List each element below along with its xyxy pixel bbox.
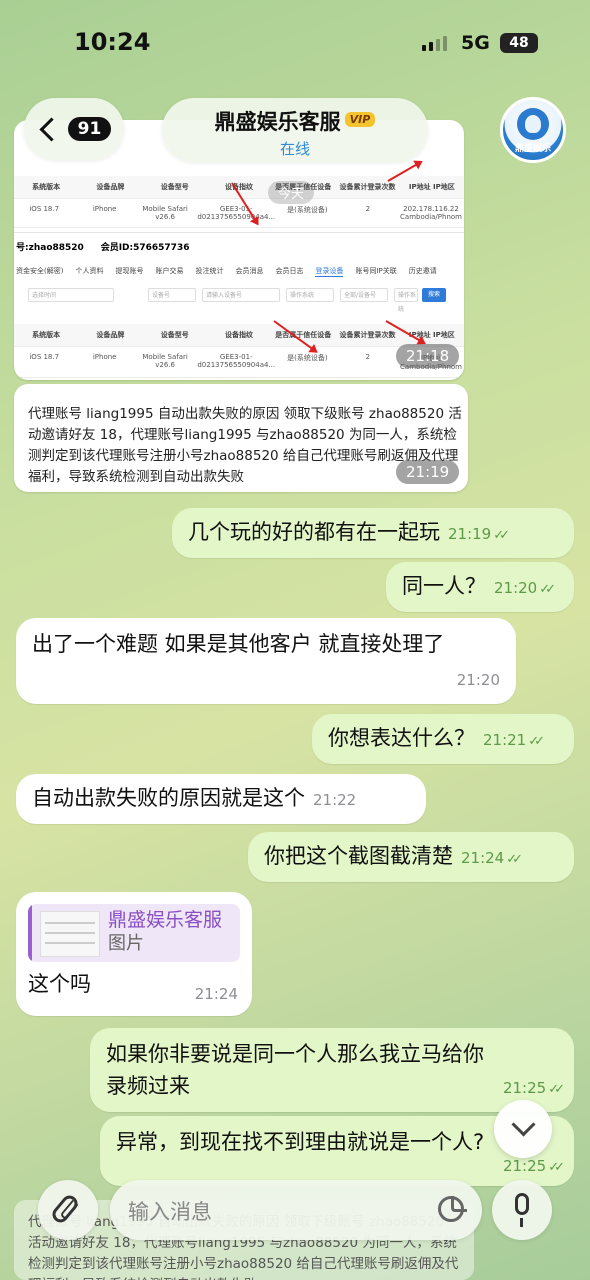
avatar[interactable]: 鼎盛娱乐 bbox=[500, 97, 566, 163]
table-cell: 2 bbox=[365, 205, 371, 213]
vip-badge: VIP bbox=[344, 112, 376, 127]
message-input-placeholder: 输入消息 bbox=[128, 1200, 212, 1224]
message-incoming[interactable]: 出了一个难题 如果是其他客户 就直接处理了 21:20 bbox=[16, 618, 516, 704]
message-time: 21:19 bbox=[448, 525, 492, 543]
unread-count-badge: 91 bbox=[67, 117, 112, 141]
member-account: 号:zhao88520 bbox=[16, 243, 84, 253]
admin-tab: 登录设备 bbox=[315, 267, 344, 277]
message-time: 21:25 bbox=[502, 1157, 547, 1175]
message-incoming[interactable]: 自动出款失败的原因就是这个 21:22 bbox=[16, 774, 426, 824]
reply-sender: 鼎盛娱乐客服 bbox=[108, 909, 223, 931]
admin-tab: 会员日志 bbox=[275, 267, 304, 275]
chat-name: 鼎盛娱乐客服 bbox=[214, 110, 341, 134]
message-time: 21:19 bbox=[396, 460, 460, 484]
chevron-left-icon bbox=[39, 116, 64, 142]
reply-thumbnail bbox=[40, 911, 100, 957]
admin-search-button: 搜索 bbox=[422, 288, 446, 302]
message-time: 21:24 bbox=[461, 849, 505, 867]
table-cell: GEE3-01-d0213756550904a4... bbox=[197, 205, 276, 221]
message-outgoing[interactable]: 同一人？ 21:20 ✓✓ bbox=[386, 562, 574, 612]
table-header-cell: 设备品牌 bbox=[96, 331, 125, 339]
message-time: 21:25 bbox=[502, 1079, 547, 1097]
microphone-icon[interactable] bbox=[492, 1180, 552, 1240]
signal-icon bbox=[422, 36, 447, 51]
read-check-icon: ✓✓ bbox=[548, 1082, 565, 1097]
status-time: 10:24 bbox=[74, 28, 151, 56]
message-text: 你把这个截图截清楚 bbox=[264, 844, 453, 868]
table-cell: 202.178.116.22 Cambodia/Phnom bbox=[400, 205, 462, 221]
table-cell: iOS 18.7 bbox=[29, 205, 60, 213]
network-type: 5G bbox=[461, 32, 490, 54]
date-chip: 今天 bbox=[268, 181, 315, 204]
sticker-icon[interactable] bbox=[438, 1196, 467, 1222]
status-bar: 10:24 5G 48 bbox=[0, 0, 590, 80]
message-text: 几个玩的好的都有在一起玩 bbox=[188, 520, 440, 544]
table-cell: iPhone bbox=[92, 205, 117, 213]
reply-quote[interactable]: 鼎盛娱乐客服 图片 bbox=[28, 904, 240, 962]
table-cell: iPhone bbox=[92, 353, 117, 361]
admin-tab: 账号同IP关联 bbox=[355, 267, 397, 275]
avatar-label: 鼎盛娱乐 bbox=[514, 144, 551, 154]
message-time: 21:21 bbox=[483, 731, 527, 749]
scroll-down-button[interactable] bbox=[494, 1100, 552, 1158]
table-header-cell: 设备累计登录次数 bbox=[339, 331, 396, 339]
table-header-cell: 设备型号 bbox=[160, 183, 189, 191]
message-text: 你想表达什么？ bbox=[328, 726, 475, 750]
table-cell: GEE3-01-d0213756550904a4... bbox=[197, 353, 276, 369]
read-check-icon: ✓✓ bbox=[528, 734, 545, 749]
admin-tab: 历史邀请 bbox=[408, 267, 437, 275]
table-cell: Mobile Safari v26.6 bbox=[142, 205, 188, 221]
admin-tab: 提现账号 bbox=[115, 267, 144, 275]
battery-icon: 48 bbox=[500, 33, 538, 53]
chat-status: 在线 bbox=[279, 140, 310, 158]
message-time: 21:18 bbox=[396, 344, 460, 368]
message-text: 自动出款失败的原因就是这个 bbox=[32, 786, 305, 810]
read-check-icon: ✓✓ bbox=[506, 852, 523, 867]
admin-tab: 资金安全(解密) bbox=[16, 267, 64, 275]
table-header-cell: 设备型号 bbox=[160, 331, 189, 339]
message-outgoing[interactable]: 你把这个截图截清楚 21:24 ✓✓ bbox=[248, 832, 574, 882]
table-cell: 2 bbox=[365, 353, 371, 361]
message-time: 21:20 bbox=[456, 671, 500, 689]
table-header-cell: 系统版本 bbox=[32, 331, 61, 339]
back-button[interactable]: 91 bbox=[24, 98, 124, 160]
chat-title[interactable]: 鼎盛娱乐客服 VIP 在线 bbox=[162, 98, 428, 162]
table-header-cell: 设备指纹 bbox=[224, 331, 253, 339]
message-text: 同一人？ bbox=[402, 574, 486, 598]
table-cell: iOS 18.7 bbox=[29, 353, 60, 361]
message-outgoing[interactable]: 几个玩的好的都有在一起玩 21:19 ✓✓ bbox=[172, 508, 574, 558]
attach-icon[interactable] bbox=[38, 1180, 98, 1240]
read-check-icon: ✓✓ bbox=[493, 528, 510, 543]
message-text: 异常，到现在找不到理由就说是一个人? bbox=[116, 1130, 485, 1154]
admin-tabs: 资金安全(解密) 个人资料 提现账号 账户交易 投注统计 会员消息 会员日志 登录设备 账号同I… bbox=[14, 266, 464, 277]
message-incoming-reply[interactable]: 鼎盛娱乐客服 图片 这个吗 21:24 bbox=[16, 892, 252, 1016]
admin-tab: 投注统计 bbox=[195, 267, 224, 275]
table-header-cell: IP地址 IP地区 bbox=[408, 183, 455, 191]
table-cell: Mobile Safari v26.6 bbox=[142, 353, 188, 369]
admin-tab: 账户交易 bbox=[155, 267, 184, 275]
message-time: 21:24 bbox=[194, 985, 238, 1003]
admin-filters: 选择时间 设备号 请输入设备号 操作系统 全部/设备号 操作系统 搜索 bbox=[14, 288, 464, 313]
message-input[interactable]: 输入消息 bbox=[110, 1180, 482, 1240]
message-time: 21:20 bbox=[494, 579, 538, 597]
message-text: 这个吗 bbox=[28, 972, 91, 996]
table-header-cell: 设备品牌 bbox=[96, 183, 125, 191]
read-check-icon: ✓✓ bbox=[548, 1160, 565, 1175]
reply-type: 图片 bbox=[108, 933, 144, 954]
logo-icon bbox=[517, 108, 549, 140]
admin-table-top: 系统版本 设备品牌 设备型号 设备指纹 是否属于信任设备 设备累计登录次数 IP地址 IP地… bbox=[14, 176, 464, 228]
message-outgoing[interactable]: 如果你非要说是同一个人那么我立马给你录频过来 21:25 ✓✓ bbox=[90, 1028, 574, 1112]
admin-tab: 个人资料 bbox=[75, 267, 104, 275]
message-text: 出了一个难题 如果是其他客户 就直接处理了 bbox=[32, 632, 445, 656]
message-time: 21:22 bbox=[313, 791, 357, 809]
member-id: 会员ID:576657736 bbox=[100, 243, 190, 253]
message-outgoing[interactable]: 你想表达什么？ 21:21 ✓✓ bbox=[312, 714, 574, 764]
admin-tab: 会员消息 bbox=[235, 267, 264, 275]
read-check-icon: ✓✓ bbox=[539, 582, 556, 597]
message-text: 如果你非要说是同一个人那么我立马给你录频过来 bbox=[106, 1042, 484, 1098]
table-header-cell: 系统版本 bbox=[32, 183, 61, 191]
